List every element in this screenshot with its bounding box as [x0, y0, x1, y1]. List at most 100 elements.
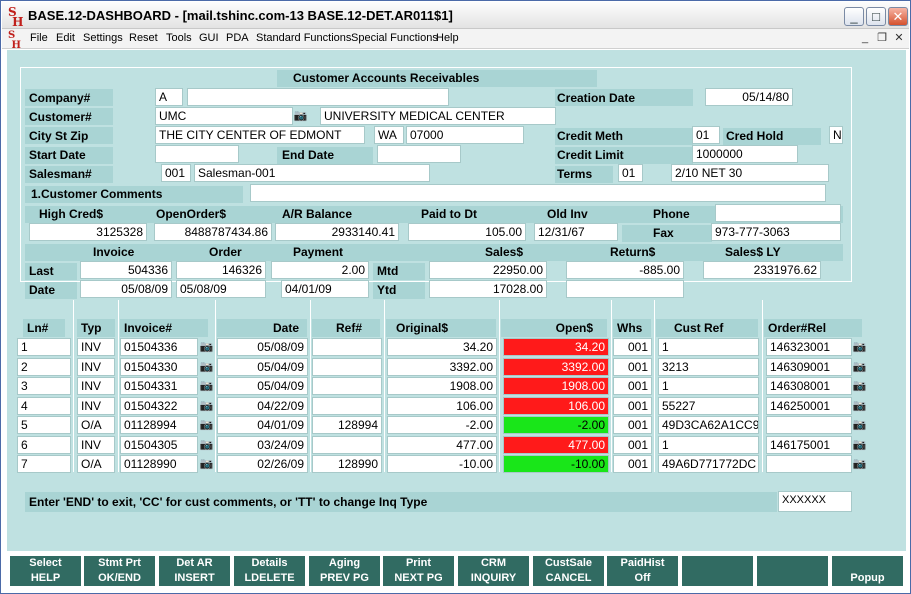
- date-cell[interactable]: 02/26/09: [217, 455, 308, 473]
- ln-cell[interactable]: 2: [17, 357, 71, 376]
- date-cell[interactable]: 05/04/09: [217, 357, 308, 376]
- date-invoice-field[interactable]: 05/08/09: [80, 280, 172, 298]
- city-field[interactable]: THE CITY CENTER OF EDMONT: [155, 126, 365, 144]
- original-cell[interactable]: -2.00: [387, 416, 497, 434]
- fkey-top-7[interactable]: CRM: [458, 556, 529, 571]
- date-cell[interactable]: 03/24/09: [217, 435, 308, 454]
- camera-icon[interactable]: 📷: [199, 379, 214, 393]
- date-payment-field[interactable]: 04/01/09: [281, 280, 369, 298]
- credit-meth-field[interactable]: 01: [692, 126, 720, 144]
- ref-cell[interactable]: [312, 357, 382, 376]
- fkey-bottom-4[interactable]: LDELETE: [234, 571, 305, 586]
- menu-file[interactable]: File: [30, 32, 48, 44]
- zip-field[interactable]: 07000: [406, 126, 524, 144]
- menu-edit[interactable]: Edit: [56, 32, 75, 44]
- camera-icon[interactable]: 📷: [199, 438, 214, 452]
- ref-cell[interactable]: [312, 396, 382, 415]
- camera-icon[interactable]: 📷: [293, 109, 308, 123]
- mtd-sales-field[interactable]: 22950.00: [429, 261, 547, 279]
- invoice-cell[interactable]: 01504305: [120, 435, 198, 454]
- paid-to-dt-field[interactable]: 105.00: [408, 223, 526, 241]
- open-cell[interactable]: 34.20: [503, 338, 609, 356]
- original-cell[interactable]: 3392.00: [387, 357, 497, 376]
- ref-cell[interactable]: [312, 377, 382, 395]
- ln-cell[interactable]: 6: [17, 435, 71, 454]
- fkey-top-6[interactable]: Print: [383, 556, 454, 571]
- customer-name-field[interactable]: UNIVERSITY MEDICAL CENTER: [320, 107, 556, 125]
- camera-icon[interactable]: 📷: [852, 438, 867, 452]
- state-field[interactable]: WA: [374, 126, 404, 144]
- order-rel-cell[interactable]: 146309001: [766, 357, 852, 376]
- ytd-return-field[interactable]: [566, 280, 684, 298]
- open-cell[interactable]: 106.00: [503, 396, 609, 415]
- credit-limit-field[interactable]: 1000000: [692, 145, 798, 163]
- ar-balance-field[interactable]: 2933140.41: [275, 223, 399, 241]
- whs-cell[interactable]: 001: [613, 396, 652, 415]
- typ-cell[interactable]: INV: [77, 435, 115, 454]
- command-input[interactable]: XXXXXX: [778, 491, 852, 512]
- menu-tools[interactable]: Tools: [166, 32, 192, 44]
- date-order-field[interactable]: 05/08/09: [176, 280, 266, 298]
- minimize-icon[interactable]: _: [844, 7, 864, 26]
- order-rel-cell[interactable]: 146308001: [766, 377, 852, 395]
- fax-field[interactable]: 973-777-3063: [711, 223, 841, 241]
- camera-icon[interactable]: 📷: [852, 399, 867, 413]
- ln-cell[interactable]: 7: [17, 455, 71, 473]
- camera-icon[interactable]: 📷: [199, 340, 214, 354]
- fkey-top-1[interactable]: Select: [10, 556, 81, 571]
- invoice-cell[interactable]: 01504330: [120, 357, 198, 376]
- camera-icon[interactable]: 📷: [199, 399, 214, 413]
- terms-code-field[interactable]: 01: [618, 164, 643, 182]
- camera-icon[interactable]: 📷: [852, 418, 867, 432]
- menu-special-functions[interactable]: Special Functions: [351, 32, 438, 44]
- whs-cell[interactable]: 001: [613, 338, 652, 356]
- date-cell[interactable]: 04/22/09: [217, 396, 308, 415]
- invoice-cell[interactable]: 01128994: [120, 416, 198, 434]
- fkey-top-8[interactable]: CustSale: [533, 556, 604, 571]
- ref-cell[interactable]: 128994: [312, 416, 382, 434]
- original-cell[interactable]: 477.00: [387, 435, 497, 454]
- fkey-bottom-12[interactable]: Popup: [832, 571, 903, 586]
- fkey-top-4[interactable]: Details: [234, 556, 305, 571]
- ln-cell[interactable]: 3: [17, 377, 71, 395]
- open-cell[interactable]: -10.00: [503, 455, 609, 473]
- typ-cell[interactable]: O/A: [77, 455, 115, 473]
- ln-cell[interactable]: 1: [17, 338, 71, 356]
- ln-cell[interactable]: 5: [17, 416, 71, 434]
- terms-desc-field[interactable]: 2/10 NET 30: [671, 164, 829, 182]
- fkey-bottom-8[interactable]: CANCEL: [533, 571, 604, 586]
- open-order-field[interactable]: 8488787434.86: [154, 223, 272, 241]
- close-icon[interactable]: ✕: [888, 7, 908, 26]
- original-cell[interactable]: 34.20: [387, 338, 497, 356]
- cust-ref-cell[interactable]: 1: [658, 338, 759, 356]
- sales-ly-field[interactable]: 2331976.62: [703, 261, 821, 279]
- salesman-name-field[interactable]: Salesman-001: [194, 164, 430, 182]
- open-cell[interactable]: 3392.00: [503, 357, 609, 376]
- fkey-bottom-10[interactable]: [682, 571, 753, 586]
- fkey-top-5[interactable]: Aging: [309, 556, 380, 571]
- date-cell[interactable]: 05/04/09: [217, 377, 308, 395]
- order-rel-cell[interactable]: [766, 416, 852, 434]
- cust-ref-cell[interactable]: 49D3CA62A1CC9: [658, 416, 759, 434]
- typ-cell[interactable]: INV: [77, 357, 115, 376]
- ytd-sales-field[interactable]: 17028.00: [429, 280, 547, 298]
- cust-ref-cell[interactable]: 49A6D771772DC: [658, 455, 759, 473]
- cust-ref-cell[interactable]: 1: [658, 377, 759, 395]
- fkey-top-10[interactable]: [682, 556, 753, 571]
- fkey-bottom-6[interactable]: NEXT PG: [383, 571, 454, 586]
- company-extra-field[interactable]: [187, 88, 449, 106]
- fkey-bottom-5[interactable]: PREV PG: [309, 571, 380, 586]
- invoice-cell[interactable]: 01128990: [120, 455, 198, 473]
- fkey-bottom-1[interactable]: HELP: [10, 571, 81, 586]
- open-cell[interactable]: 477.00: [503, 435, 609, 454]
- cust-ref-cell[interactable]: 55227: [658, 396, 759, 415]
- end-date-field[interactable]: [377, 145, 461, 163]
- ref-cell[interactable]: [312, 338, 382, 356]
- camera-icon[interactable]: 📷: [199, 418, 214, 432]
- fkey-top-3[interactable]: Det AR: [159, 556, 230, 571]
- fkey-top-11[interactable]: [757, 556, 828, 571]
- date-cell[interactable]: 04/01/09: [217, 416, 308, 434]
- mtd-return-field[interactable]: -885.00: [566, 261, 684, 279]
- fkey-bottom-3[interactable]: INSERT: [159, 571, 230, 586]
- cust-ref-cell[interactable]: 3213: [658, 357, 759, 376]
